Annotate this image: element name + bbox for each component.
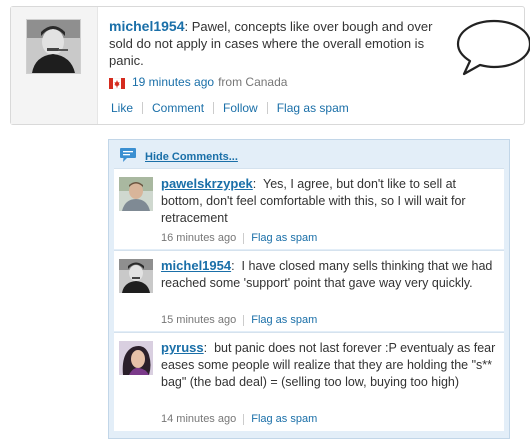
comment-item: pyruss: but panic does not last forever … [114,332,504,431]
comments-header: Hide Comments... [119,147,238,166]
comment-text: pawelskrzypek: Yes, I agree, but don't l… [161,175,496,227]
post-avatar-column [11,7,98,124]
comments-panel: Hide Comments... pawelskrzypek: Yes, I a… [108,139,510,439]
flag-as-spam-button[interactable]: Flag as spam [277,101,349,115]
avatar[interactable] [119,177,153,211]
post-actions: Like Comment Follow Flag as spam [111,101,349,115]
post-meta: 19 minutes ago from Canada [108,74,434,91]
comment-text: pyruss: but panic does not last forever … [161,339,496,391]
comment-username[interactable]: pawelskrzypek [161,176,253,191]
comment-item: michel1954: I have closed many sells thi… [114,250,504,331]
post-body: michel1954: Pawel, concepts like over bo… [108,18,434,91]
comment-time: 15 minutes ago [161,314,237,326]
comment-meta: 15 minutes ago Flag as spam [161,314,317,326]
post-location: from Canada [218,75,288,89]
hide-comments-link[interactable]: Hide Comments... [145,151,238,163]
action-divider [266,102,268,114]
comment-meta: 14 minutes ago Flag as spam [161,413,317,425]
flag-as-spam-button[interactable]: Flag as spam [251,314,317,326]
comment-time: 16 minutes ago [161,232,237,244]
avatar[interactable] [119,259,153,293]
comment-meta: 16 minutes ago Flag as spam [161,232,317,244]
comment-time: 14 minutes ago [161,413,237,425]
follow-button[interactable]: Follow [223,101,258,115]
comment-separator: : [231,259,235,273]
status-post: michel1954: Pawel, concepts like over bo… [10,6,530,125]
meta-divider [243,413,245,425]
comment-body: but panic does not last forever :P event… [161,341,496,389]
meta-divider [243,232,245,244]
post-time[interactable]: 19 minutes ago [132,74,214,91]
like-button[interactable]: Like [111,101,133,115]
flag-as-spam-button[interactable]: Flag as spam [251,232,317,244]
comment-username[interactable]: michel1954 [161,258,231,273]
speech-bubble-icon [454,17,530,77]
avatar[interactable] [26,19,81,74]
comment-item: pawelskrzypek: Yes, I agree, but don't l… [114,168,504,249]
comments-icon [119,147,137,166]
comment-separator: : [203,341,208,355]
comment-text: michel1954: I have closed many sells thi… [161,257,496,292]
post-username[interactable]: michel1954 [109,18,185,34]
comment-username[interactable]: pyruss [161,340,204,355]
comment-button[interactable]: Comment [152,101,204,115]
comment-separator: : [252,177,257,191]
flag-as-spam-button[interactable]: Flag as spam [251,413,317,425]
avatar[interactable] [119,341,153,375]
canada-flag-icon [108,77,126,90]
action-divider [213,102,215,114]
meta-divider [243,314,245,326]
action-divider [142,102,144,114]
post-separator: : [184,19,189,34]
